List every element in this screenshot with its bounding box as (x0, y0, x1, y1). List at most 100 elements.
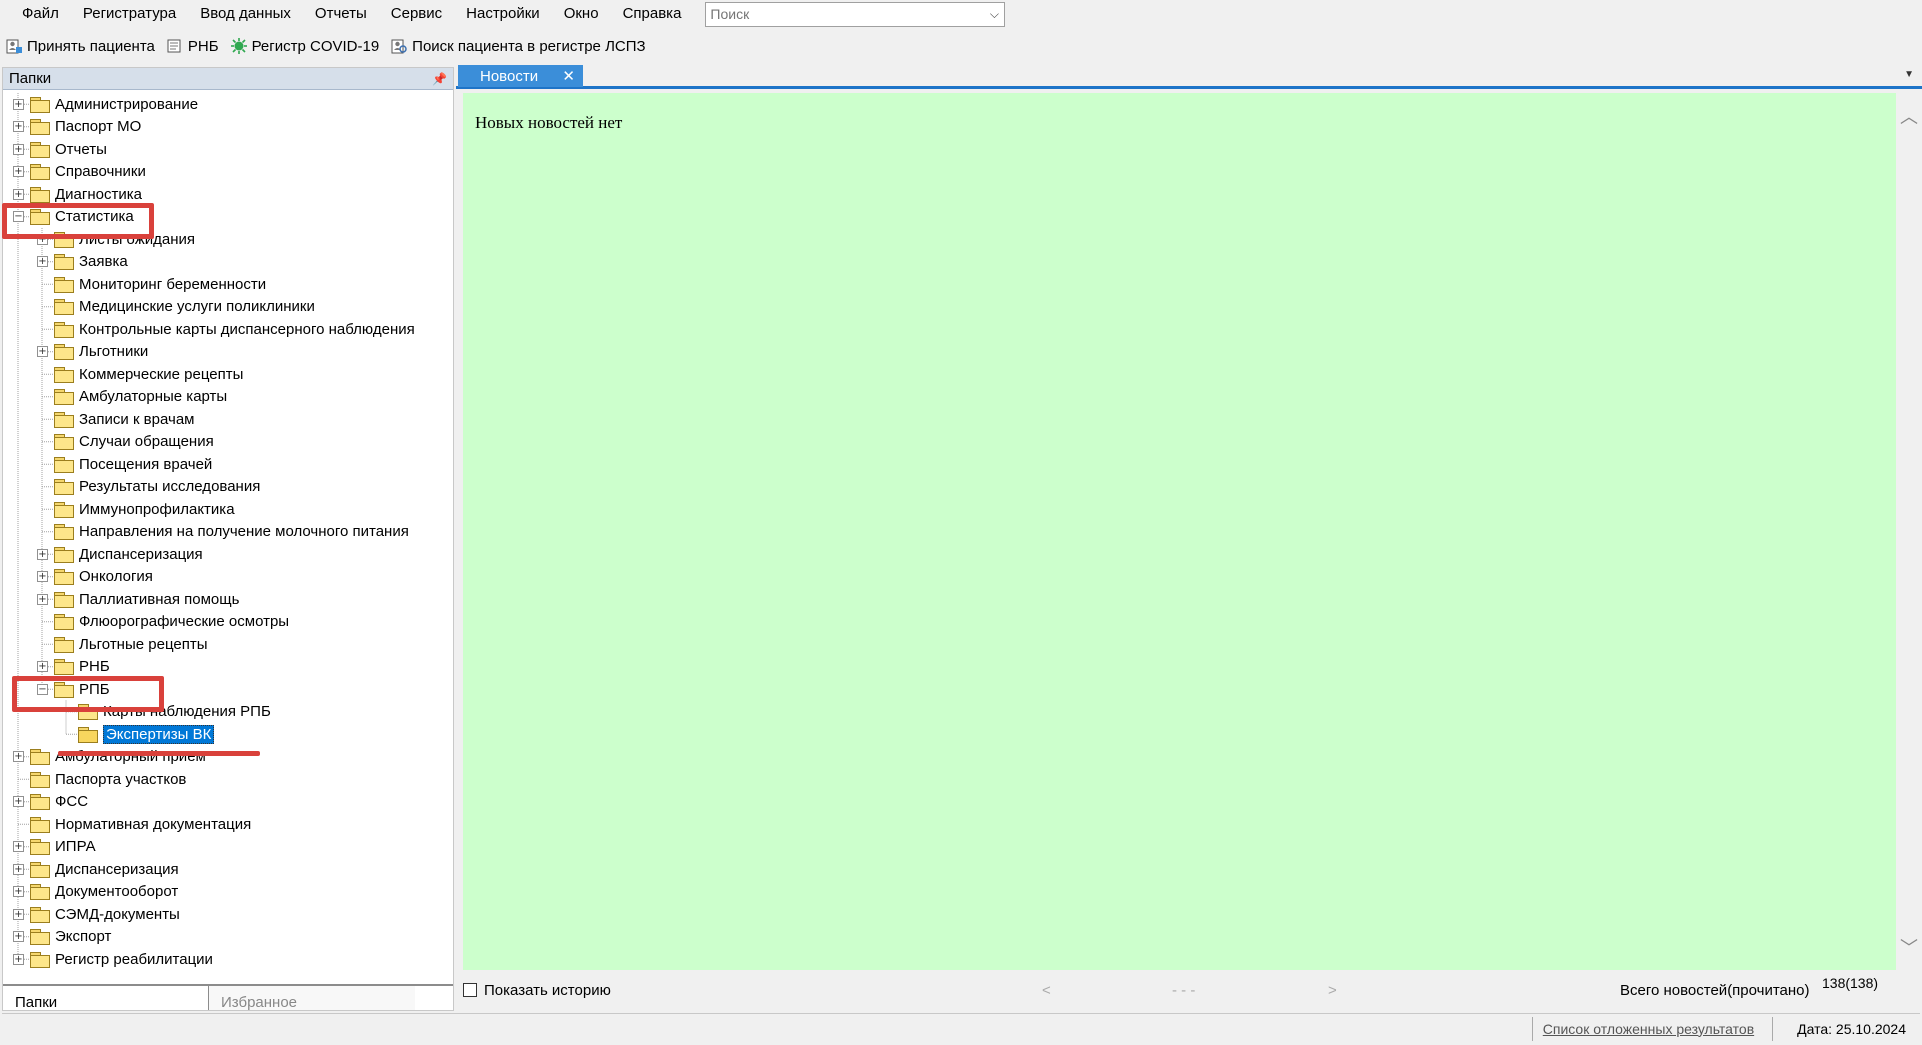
tree-node[interactable]: + Регистр реабилитации (13, 948, 213, 970)
expand-icon[interactable]: + (37, 548, 48, 560)
tree-node-label: Отчеты (55, 140, 107, 158)
tree-node[interactable]: − Статистика (13, 206, 134, 228)
tree-node[interactable]: Льготные рецепты (37, 633, 207, 655)
menu-service[interactable]: Сервис (379, 0, 454, 28)
tree-node[interactable]: + Диагностика (13, 183, 142, 205)
tree-node[interactable]: Медицинские услуги поликлиники (37, 296, 315, 318)
expand-icon[interactable]: + (37, 571, 48, 582)
tree-node[interactable]: Экспертизы ВК (61, 723, 215, 745)
patient-icon (4, 36, 24, 56)
expand-icon[interactable]: + (13, 953, 24, 965)
tree-node[interactable]: + ИПРА (13, 836, 96, 858)
expand-icon[interactable]: + (13, 931, 24, 942)
search-combobox[interactable]: ⌵ (705, 1, 1006, 27)
tree-node[interactable]: + Паллиативная помощь (37, 588, 239, 610)
tree-node[interactable]: + Документооборот (13, 881, 178, 903)
menu-reports[interactable]: Отчеты (303, 0, 379, 28)
folder-icon (54, 411, 74, 428)
menu-settings[interactable]: Настройки (454, 0, 552, 28)
expand-icon[interactable]: + (13, 166, 24, 177)
tree-node[interactable]: + ФСС (13, 791, 88, 813)
tree-node[interactable]: + Онкология (37, 566, 153, 588)
tree-node[interactable]: + Паспорт МО (13, 116, 141, 138)
tree-node[interactable]: − РПБ (37, 678, 110, 700)
tree-node[interactable]: + Листы ожидания (37, 228, 195, 250)
expand-icon[interactable]: + (13, 796, 24, 807)
deferred-results-link[interactable]: Список отложенных результатов (1531, 1016, 1764, 1041)
expand-icon[interactable]: + (13, 863, 24, 875)
show-history-label[interactable]: Показать историю (484, 982, 611, 999)
folder-icon (54, 546, 74, 563)
expand-icon[interactable]: + (13, 98, 24, 110)
expand-icon[interactable]: + (13, 751, 24, 762)
tree-node[interactable]: Флюорографические осмотры (37, 611, 289, 633)
menu-help[interactable]: Справка (611, 0, 694, 28)
tree-node[interactable]: + Экспорт (13, 926, 111, 948)
tree-node-label: Диагностика (55, 185, 142, 203)
tree-node-label: Мониторинг беременности (79, 275, 267, 293)
chevron-down-icon[interactable]: ⌵ (984, 7, 1004, 22)
tree-node[interactable]: + Диспансеризация (13, 858, 179, 880)
tree-node[interactable]: Случаи обращения (37, 431, 214, 453)
expand-icon[interactable]: + (13, 841, 24, 852)
tree-node[interactable]: + СЭМД-документы (13, 903, 180, 925)
folder-tree: + Администрирование + Паспорт МО + Отчеты + Спр… (3, 90, 453, 970)
tree-node-label: Администрирование (55, 95, 199, 113)
tree-node[interactable]: Нормативная документация (13, 813, 251, 835)
next-news-button[interactable]: > (1328, 982, 1337, 999)
tree-node[interactable]: + Заявка (37, 251, 128, 273)
expand-icon[interactable]: + (13, 908, 24, 920)
show-history-checkbox[interactable] (463, 983, 477, 997)
close-icon[interactable]: ✕ (562, 67, 575, 85)
tree-node[interactable]: + Льготники (37, 341, 148, 363)
tree-node[interactable]: Результаты исследования (37, 476, 260, 498)
tree-node[interactable]: + Справочники (13, 161, 146, 183)
search-lspz-button[interactable]: Поиск пациента в регистре ЛСПЗ (389, 36, 646, 56)
pin-icon[interactable]: 📌 (432, 72, 447, 86)
expand-icon[interactable]: + (37, 593, 48, 605)
menu-file[interactable]: Файл (10, 0, 71, 28)
menu-registry[interactable]: Регистратура (71, 0, 188, 28)
expand-icon[interactable]: + (13, 188, 24, 200)
tree-node[interactable]: Направления на получение молочного питан… (37, 521, 409, 543)
tree-node[interactable]: Посещения врачей (37, 453, 212, 475)
prev-news-button[interactable]: < (1042, 982, 1051, 999)
tree-node[interactable]: + Амбулаторный прием (13, 746, 206, 768)
tree-node[interactable]: Амбулаторные карты (37, 386, 227, 408)
rnb-button[interactable]: РНБ (165, 36, 219, 56)
tree-node[interactable]: Иммунопрофилактика (37, 498, 235, 520)
expand-icon[interactable]: + (37, 256, 48, 267)
expand-icon[interactable]: + (37, 661, 48, 672)
tree-node[interactable]: Коммерческие рецепты (37, 363, 243, 385)
search-input[interactable] (706, 6, 985, 22)
menu-data-entry[interactable]: Ввод данных (188, 0, 303, 28)
expand-icon[interactable]: + (13, 143, 24, 155)
menu-window[interactable]: Окно (552, 0, 611, 28)
tab-news[interactable]: Новости ✕ (458, 65, 583, 87)
accept-patient-button[interactable]: Принять пациента (4, 36, 155, 56)
collapse-icon[interactable]: − (13, 211, 24, 222)
tree-node-label: Регистр реабилитации (55, 950, 213, 968)
tab-list-dropdown-icon[interactable]: ▼ (1904, 69, 1914, 80)
tree-node[interactable]: + Диспансеризация (37, 543, 203, 565)
tree-node[interactable]: Карты наблюдения РПБ (61, 701, 271, 723)
expand-icon[interactable]: + (13, 886, 24, 897)
folder-icon (30, 951, 50, 968)
tree-node[interactable]: Записи к врачам (37, 408, 194, 430)
folder-icon (30, 861, 50, 878)
tree-node[interactable]: + Администрирование (13, 93, 198, 115)
scroll-down-icon[interactable]: ﹀ (1900, 934, 1918, 960)
scroll-up-icon[interactable]: ︿ (1900, 103, 1918, 129)
tree-node[interactable]: + РНБ (37, 656, 110, 678)
tree-node[interactable]: Паспорта участков (13, 768, 186, 790)
expand-icon[interactable]: + (37, 233, 48, 245)
expand-icon[interactable]: + (13, 121, 24, 132)
tab-folders[interactable]: Папки (3, 986, 209, 1011)
tree-node[interactable]: Контрольные карты диспансерного наблюден… (37, 318, 415, 340)
covid-registry-button[interactable]: Регистр COVID-19 (229, 36, 379, 56)
expand-icon[interactable]: + (37, 346, 48, 357)
collapse-icon[interactable]: − (37, 683, 48, 695)
tree-node[interactable]: Мониторинг беременности (37, 273, 266, 295)
tree-node[interactable]: + Отчеты (13, 138, 107, 160)
tab-favorites[interactable]: Избранное (209, 986, 415, 1011)
